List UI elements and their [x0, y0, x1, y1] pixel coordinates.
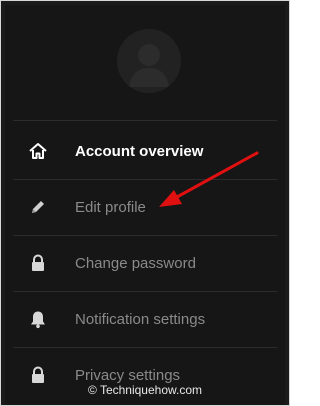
watermark-text: © Techniquehow.com — [87, 383, 203, 397]
annotation-arrow — [159, 151, 259, 207]
screenshot-frame: Account overview Edit profile Change pas… — [0, 0, 290, 406]
